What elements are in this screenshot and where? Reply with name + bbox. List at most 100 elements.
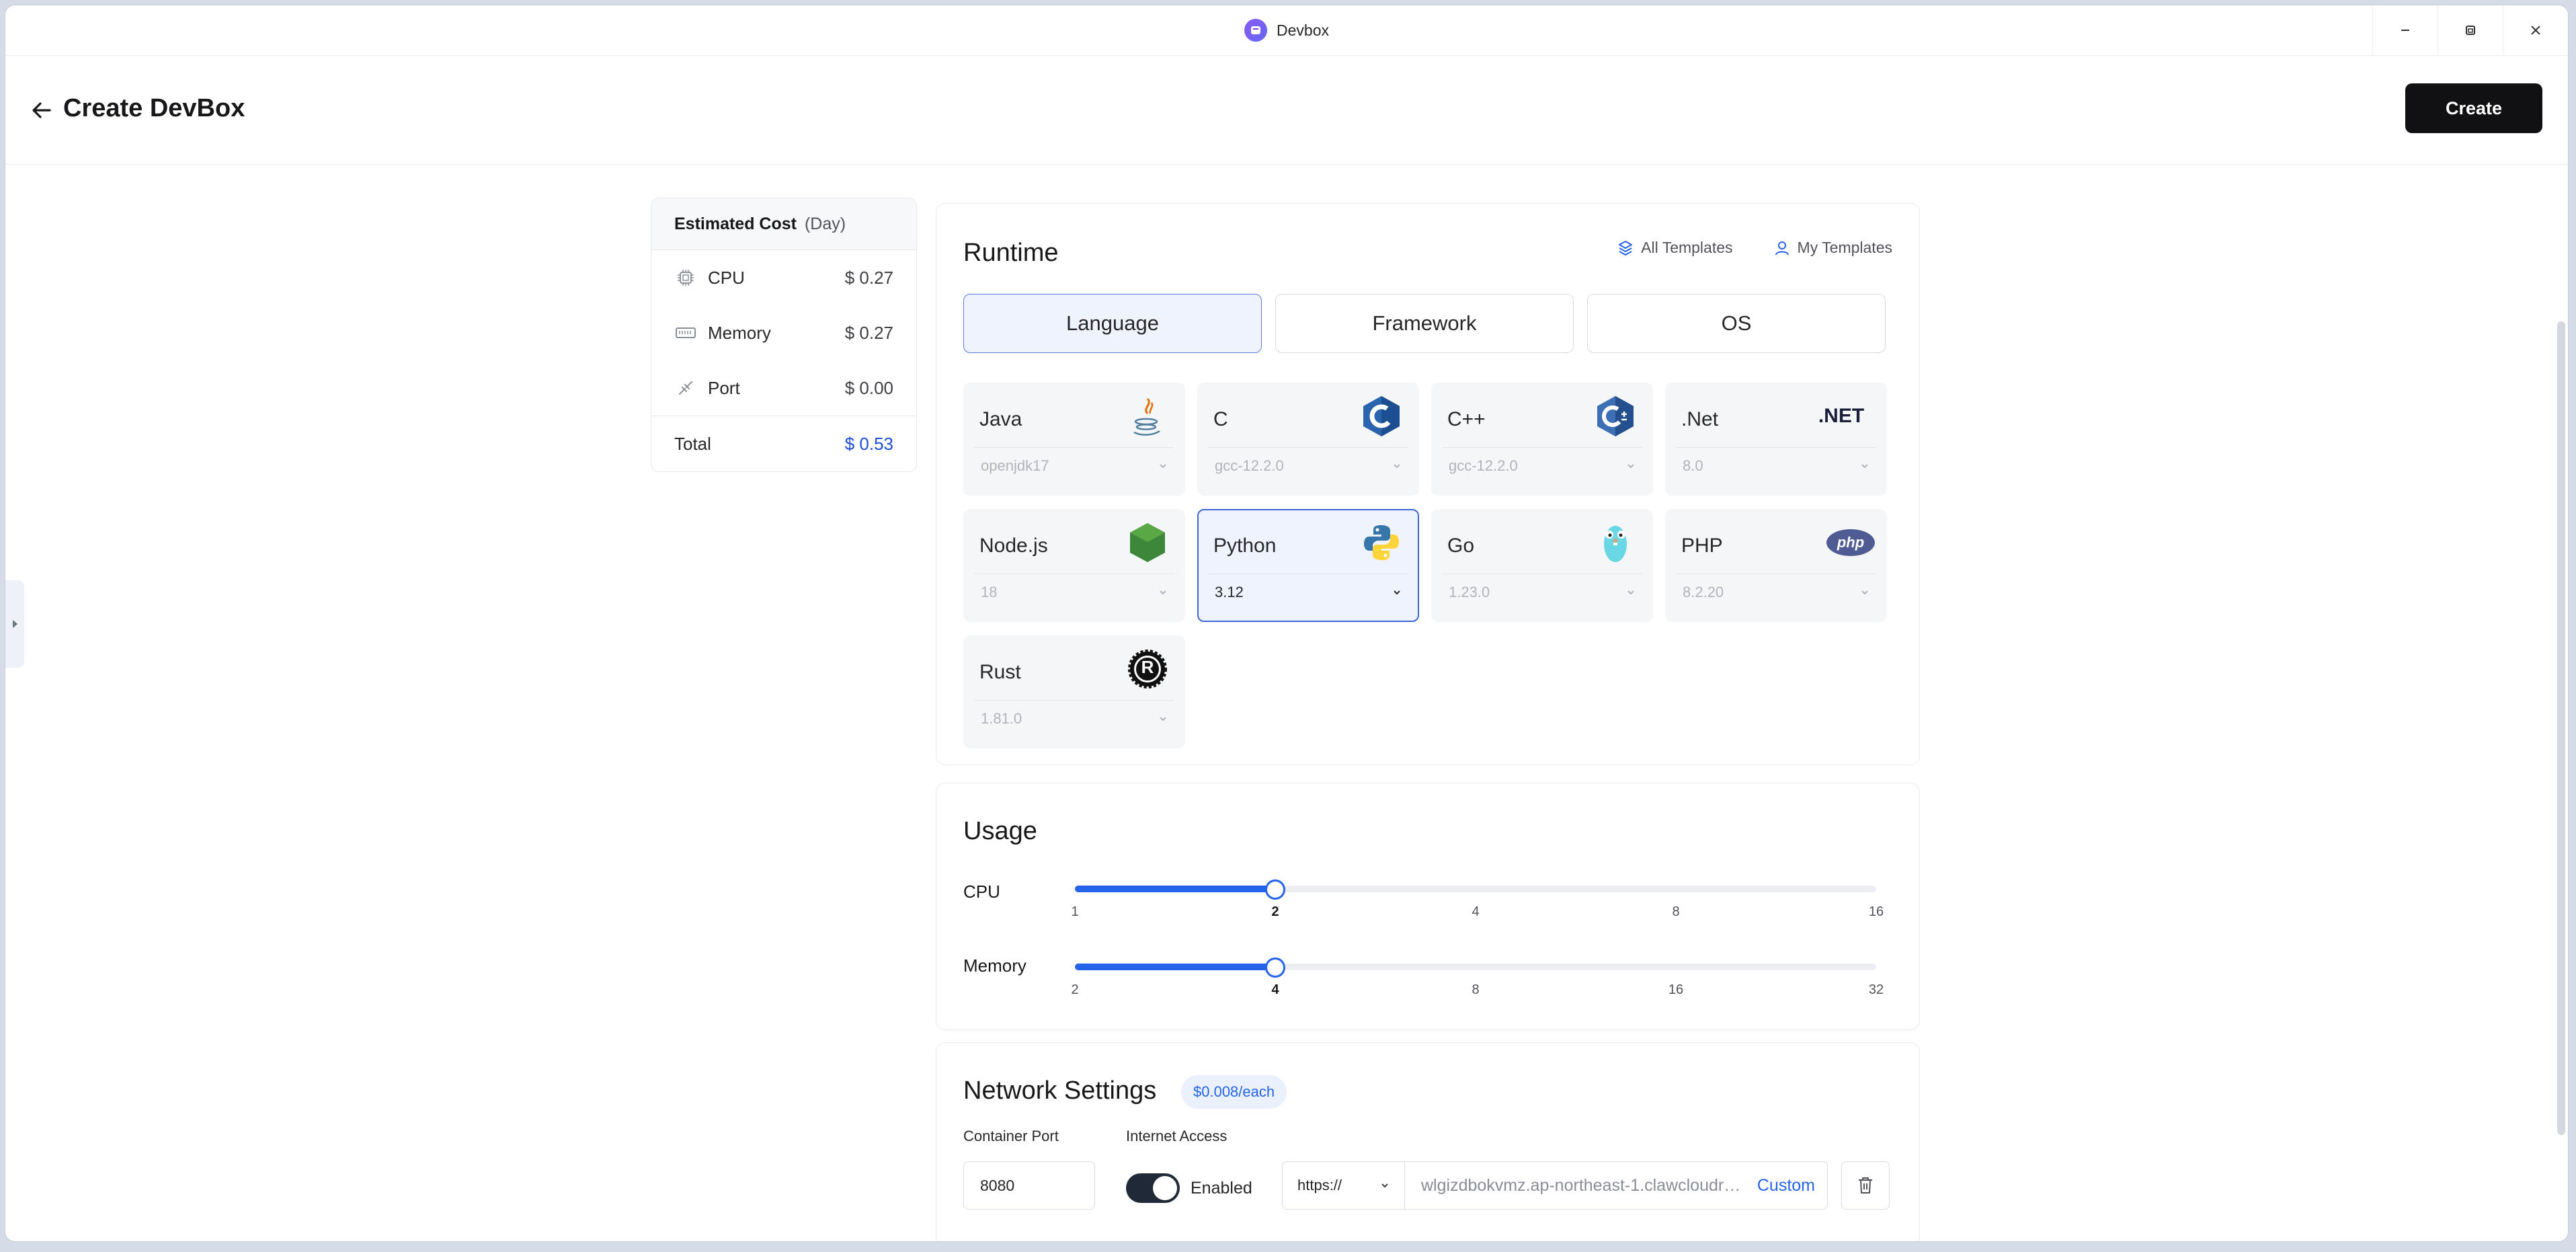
cost-header: Estimated Cost (Day) (651, 198, 916, 250)
nodejs-icon (1126, 521, 1169, 564)
version-select[interactable]: 8.2.20 (1676, 574, 1876, 611)
language-name: .Net (1681, 408, 1719, 430)
app-window: Devbox Create DevBox Create Estimated Co… (5, 5, 2568, 1241)
language-name: Node.js (979, 535, 1048, 557)
price-badge: $0.008/each (1181, 1075, 1287, 1109)
go-gopher-icon (1594, 521, 1637, 564)
version-value: gcc-12.2.0 (1215, 457, 1284, 474)
cpu-tick: 8 (1672, 904, 1680, 919)
tab-framework[interactable]: Framework (1275, 294, 1574, 353)
version-value: 1.23.0 (1449, 584, 1490, 600)
language-card-rust[interactable]: Rust R 1.81.0 (963, 635, 1185, 748)
cost-row-total: Total $ 0.53 (651, 416, 916, 471)
cpu-icon (674, 266, 697, 289)
chevron-down-icon (1160, 717, 1166, 721)
title-bar: Devbox (5, 5, 2568, 56)
cost-total-value: $ 0.53 (844, 433, 893, 454)
window-controls (2372, 5, 2568, 55)
all-templates-link[interactable]: All Templates (1617, 239, 1733, 257)
language-name: C++ (1447, 408, 1486, 430)
custom-domain-link[interactable]: Custom (1749, 1176, 1827, 1196)
memory-tick: 2 (1071, 982, 1079, 997)
my-templates-label: My Templates (1797, 239, 1892, 256)
page-scrollbar[interactable] (2557, 321, 2565, 1135)
create-button[interactable]: Create (2405, 83, 2542, 133)
tab-language[interactable]: Language (963, 294, 1262, 353)
version-select[interactable]: 18 (974, 574, 1174, 611)
chevron-down-icon (1394, 590, 1400, 595)
domain-value[interactable]: wlgizdbokvmz.ap-northeast-1.clawcloudrun… (1405, 1176, 1749, 1196)
language-card-php[interactable]: PHP php 8.2.20 (1665, 509, 1887, 622)
close-icon (2531, 26, 2540, 35)
version-value: 8.0 (1683, 457, 1703, 474)
version-select[interactable]: gcc-12.2.0 (1208, 447, 1408, 484)
title-center: Devbox (5, 5, 2568, 55)
minimize-button[interactable] (2372, 5, 2438, 55)
cpu-slider[interactable]: 1 2 4 8 16 (1071, 879, 1884, 919)
page-title: Create DevBox (63, 94, 245, 122)
language-name: Python (1213, 535, 1277, 557)
version-select[interactable]: 1.81.0 (974, 700, 1174, 737)
version-value: 3.12 (1215, 584, 1244, 600)
version-value: 18 (981, 584, 998, 600)
dotnet-icon: .NET (1808, 395, 1875, 438)
cpu-tick: 1 (1071, 904, 1079, 919)
cpu-tick: 16 (1868, 904, 1884, 919)
version-select[interactable]: 1.23.0 (1442, 574, 1642, 611)
chevron-down-icon (1394, 464, 1400, 469)
memory-slider-thumb[interactable] (1265, 957, 1285, 978)
delete-port-button[interactable] (1841, 1161, 1890, 1210)
back-button[interactable] (27, 95, 56, 125)
usage-card: Usage CPU 1 2 4 8 16 Memory 2 4 8 16 32 (936, 783, 1920, 1030)
version-select[interactable]: 3.12 (1208, 574, 1408, 611)
all-templates-label: All Templates (1641, 239, 1733, 256)
devbox-logo-icon (1244, 19, 1267, 42)
estimated-cost-card: Estimated Cost (Day) CPU $ 0.27 Memory $… (651, 198, 917, 472)
runtime-card: Runtime All Templates My Templates Langu… (936, 203, 1920, 765)
language-card-dotnet[interactable]: .Net .NET 8.0 (1665, 383, 1887, 496)
runtime-tabs: Language Framework OS (963, 294, 1886, 353)
my-templates-link[interactable]: My Templates (1773, 239, 1892, 257)
user-icon (1775, 241, 1789, 255)
usage-title: Usage (963, 817, 1037, 845)
cost-row-cpu: CPU $ 0.27 (651, 250, 916, 305)
cost-row-memory: Memory $ 0.27 (651, 305, 916, 360)
domain-field: https:// wlgizdbokvmz.ap-northeast-1.cla… (1282, 1161, 1828, 1210)
chevron-down-icon (1381, 1183, 1388, 1188)
language-card-java[interactable]: Java openjdk17 (963, 383, 1185, 496)
minimize-icon (2401, 30, 2409, 31)
version-value: 1.81.0 (981, 710, 1022, 727)
language-card-python[interactable]: Python 3.12 (1197, 509, 1419, 622)
memory-slider[interactable]: 2 4 8 16 32 (1071, 957, 1884, 997)
container-port-input[interactable]: 8080 (963, 1161, 1095, 1210)
cpu-slider-thumb[interactable] (1265, 879, 1285, 900)
version-select[interactable]: openjdk17 (974, 447, 1174, 484)
internet-access-toggle[interactable] (1126, 1173, 1180, 1203)
chevron-down-icon (1627, 464, 1634, 469)
version-value: gcc-12.2.0 (1449, 457, 1518, 474)
version-value: 8.2.20 (1683, 584, 1724, 600)
chevron-down-icon (1861, 464, 1868, 469)
templates-icon (1619, 240, 1633, 256)
language-card-nodejs[interactable]: Node.js 18 (963, 509, 1185, 622)
tab-os[interactable]: OS (1587, 294, 1886, 353)
restore-button[interactable] (2438, 5, 2503, 55)
language-card-go[interactable]: Go 1.23.0 (1431, 509, 1653, 622)
memory-slider-fill (1075, 964, 1275, 970)
memory-tick: 8 (1472, 982, 1480, 997)
sidebar-toggle[interactable] (5, 580, 24, 668)
language-card-cpp[interactable]: C++ gcc-12.2.0 (1431, 383, 1653, 496)
arrow-left-icon (32, 102, 51, 118)
chevron-down-icon (1627, 590, 1634, 595)
java-icon (1126, 395, 1169, 438)
protocol-select[interactable]: https:// (1283, 1162, 1405, 1209)
cost-label: Memory (708, 322, 771, 343)
cost-value: $ 0.27 (844, 267, 893, 288)
language-card-c[interactable]: C gcc-12.2.0 (1197, 383, 1419, 496)
trash-icon (1859, 1177, 1872, 1194)
version-select[interactable]: 8.0 (1676, 447, 1876, 484)
version-select[interactable]: gcc-12.2.0 (1442, 447, 1642, 484)
python-icon (1360, 521, 1403, 564)
close-window-button[interactable] (2503, 5, 2568, 55)
language-name: PHP (1681, 535, 1723, 557)
